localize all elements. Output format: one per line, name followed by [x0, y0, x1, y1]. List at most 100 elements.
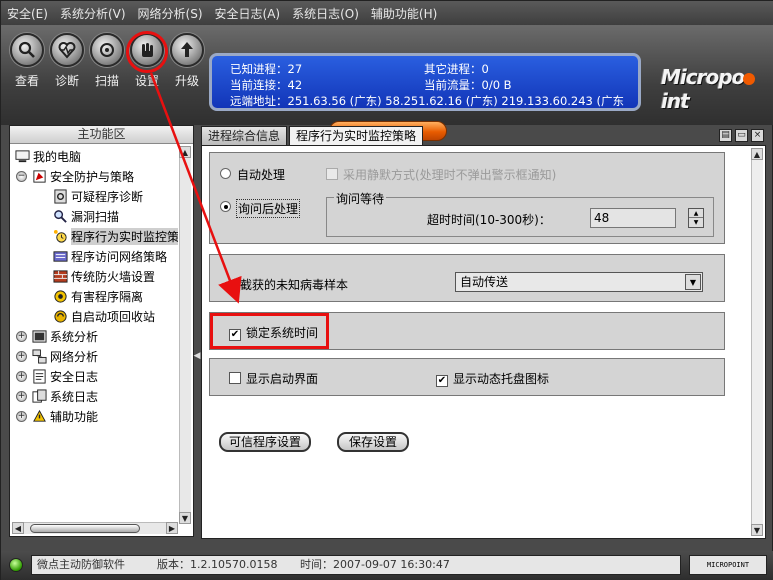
- trusted-programs-button[interactable]: 可信程序设置: [219, 432, 311, 452]
- restore-icon[interactable]: ▤: [719, 129, 732, 142]
- scan-label: 扫描: [94, 74, 119, 88]
- menu-system-analysis[interactable]: 系统分析(V): [60, 5, 126, 22]
- show-splash-checkbox[interactable]: [229, 372, 241, 387]
- chevron-down-icon[interactable]: ▼: [685, 274, 701, 290]
- system-analysis-icon: [31, 328, 47, 344]
- status-time: 时间：2007-09-07 16:30:47: [300, 558, 450, 571]
- tree-item-system-analysis[interactable]: + 系统分析: [16, 326, 98, 346]
- view-label: 查看: [14, 74, 39, 88]
- scroll-left-icon[interactable]: ◀: [12, 522, 24, 534]
- show-tray-checkbox[interactable]: ✔: [436, 372, 448, 387]
- scan-icon: [90, 33, 124, 67]
- main-function-panel: 主功能区 我的电脑 − 安全防护与策略 可疑程序诊断 漏洞扫描 程序行为实时监控…: [9, 125, 194, 537]
- network-policy-icon: [52, 248, 68, 264]
- micropoint-logo: Micropoint: [661, 65, 767, 113]
- status-app-name: 微点主动防御软件: [37, 558, 125, 571]
- annotation-circle: [126, 31, 168, 73]
- scroll-down-icon[interactable]: ▼: [179, 512, 191, 524]
- timeout-spinner[interactable]: ▲ ▼: [688, 208, 704, 228]
- view-button[interactable]: 查看: [7, 33, 47, 89]
- settings-label: 设置: [134, 74, 159, 88]
- menu-security-log[interactable]: 安全日志(A): [215, 5, 281, 22]
- expand-icon[interactable]: +: [16, 330, 27, 342]
- expand-icon[interactable]: +: [16, 350, 27, 362]
- diagnose-label: 诊断: [54, 74, 79, 88]
- tree-item-isolation[interactable]: 有害程序隔离: [52, 286, 143, 306]
- tab-process-info[interactable]: 进程综合信息: [201, 126, 288, 146]
- ask-then-handle-label: 询问后处理: [236, 199, 301, 218]
- magnifier-icon: [52, 208, 68, 224]
- app-window: 安全(E) 系统分析(V) 网络分析(S) 安全日志(A) 系统日志(O) 辅助…: [0, 0, 773, 580]
- menu-bar: 安全(E) 系统分析(V) 网络分析(S) 安全日志(A) 系统日志(O) 辅助…: [1, 1, 773, 25]
- tree-item-network-policy[interactable]: 程序访问网络策略: [52, 246, 167, 266]
- diagnose-button[interactable]: 诊断: [47, 33, 87, 89]
- tree-item-autostart-recycle[interactable]: 自启动项回收站: [52, 306, 155, 326]
- timeout-input[interactable]: 48: [590, 208, 676, 228]
- status-field: 微点主动防御软件 版本：1.2.10570.0158 时间：2007-09-07…: [31, 555, 681, 575]
- close-icon[interactable]: ×: [751, 129, 764, 142]
- tree-vertical-scrollbar[interactable]: ▲ ▼: [179, 146, 191, 524]
- tree-item-system-log[interactable]: + 系统日志: [16, 386, 98, 406]
- scan-button[interactable]: 扫描: [87, 33, 127, 89]
- panel-header: 主功能区: [10, 126, 193, 144]
- upgrade-button[interactable]: 升级: [167, 33, 207, 89]
- expand-icon[interactable]: +: [16, 410, 27, 422]
- logo-dot-icon: [743, 72, 756, 85]
- expand-icon[interactable]: +: [16, 390, 27, 402]
- scroll-thumb[interactable]: [30, 524, 140, 533]
- system-log-icon: [31, 388, 47, 404]
- tree-item-protection[interactable]: − 安全防护与策略: [16, 166, 134, 186]
- spin-down-icon: ▼: [693, 219, 699, 226]
- security-log-icon: [31, 368, 47, 384]
- tree-item-network-analysis[interactable]: + 网络分析: [16, 346, 98, 366]
- display-options-group: 显示启动界面 ✔ 显示动态托盘图标: [209, 358, 725, 396]
- current-traffic: 当前流量：0/0 B: [424, 78, 512, 92]
- tree-item-security-log[interactable]: + 安全日志: [16, 366, 98, 386]
- silent-mode-label: 采用静默方式(处理时不弹出警示框通知): [343, 168, 557, 182]
- known-processes: 已知进程：27: [230, 62, 303, 76]
- maximize-icon[interactable]: ▭: [735, 129, 748, 142]
- menu-tools[interactable]: 辅助功能(H): [371, 5, 437, 22]
- magnifier-icon: [10, 33, 44, 67]
- menu-system-log[interactable]: 系统日志(O): [292, 5, 359, 22]
- expand-icon[interactable]: +: [16, 370, 27, 382]
- monitor-clock-icon: [52, 228, 68, 244]
- tab-realtime-monitor-policy[interactable]: 程序行为实时监控策略: [289, 126, 424, 146]
- scroll-down-icon[interactable]: ▼: [751, 524, 763, 536]
- unknown-virus-select[interactable]: 自动传送 ▼: [455, 272, 703, 292]
- tree-item-vuln-scan[interactable]: 漏洞扫描: [52, 206, 119, 226]
- scroll-up-icon[interactable]: ▲: [751, 148, 763, 160]
- tree-item-my-computer[interactable]: 我的电脑: [14, 146, 81, 166]
- tree-item-tools[interactable]: + 辅助功能: [16, 406, 98, 426]
- other-processes: 其它进程：0: [424, 62, 489, 76]
- shield-flag-icon: [31, 168, 47, 184]
- tree-item-realtime-monitor[interactable]: 程序行为实时监控策: [52, 226, 178, 246]
- status-bar: 微点主动防御软件 版本：1.2.10570.0158 时间：2007-09-07…: [1, 551, 773, 580]
- upgrade-icon: [170, 33, 204, 67]
- silent-mode-checkbox: [326, 168, 338, 183]
- status-version: 版本：1.2.10570.0158: [157, 558, 278, 571]
- auto-handle-label: 自动处理: [237, 168, 286, 182]
- diagnose-icon: [52, 188, 68, 204]
- status-brand: MICROPOINT: [689, 555, 767, 575]
- tree-horizontal-scrollbar[interactable]: ◀ ▶: [12, 522, 178, 534]
- panel-collapse-handle[interactable]: ◀: [193, 331, 201, 381]
- auto-handle-radio[interactable]: [220, 168, 231, 182]
- status-info-panel: 已知进程：27 其它进程：0 当前连接：42 当前流量：0/0 B 远端地址：2…: [209, 53, 641, 111]
- unknown-virus-group: 对截获的未知病毒样本 自动传送 ▼: [209, 254, 725, 302]
- toolbar: 查看 诊断 扫描 设置 升级 已知进程：27 其它进程：0 当前连接：42 当前…: [1, 25, 773, 142]
- scroll-up-icon[interactable]: ▲: [179, 146, 191, 158]
- menu-security[interactable]: 安全(E): [7, 5, 48, 22]
- tree-item-suspicious-diagnosis[interactable]: 可疑程序诊断: [52, 186, 143, 206]
- tree-item-firewall[interactable]: 传统防火墙设置: [52, 266, 155, 286]
- tab-bar: 进程综合信息 程序行为实时监控策略: [201, 126, 425, 146]
- collapse-icon[interactable]: −: [16, 170, 27, 182]
- heartbeat-icon: [50, 33, 84, 67]
- scroll-right-icon[interactable]: ▶: [166, 522, 178, 534]
- firewall-icon: [52, 268, 68, 284]
- menu-network-analysis[interactable]: 网络分析(S): [138, 5, 203, 22]
- save-settings-button[interactable]: 保存设置: [337, 432, 409, 452]
- current-connections: 当前连接：42: [230, 78, 303, 92]
- settings-vertical-scrollbar[interactable]: ▲ ▼: [751, 148, 763, 536]
- ask-then-handle-radio[interactable]: [220, 201, 231, 215]
